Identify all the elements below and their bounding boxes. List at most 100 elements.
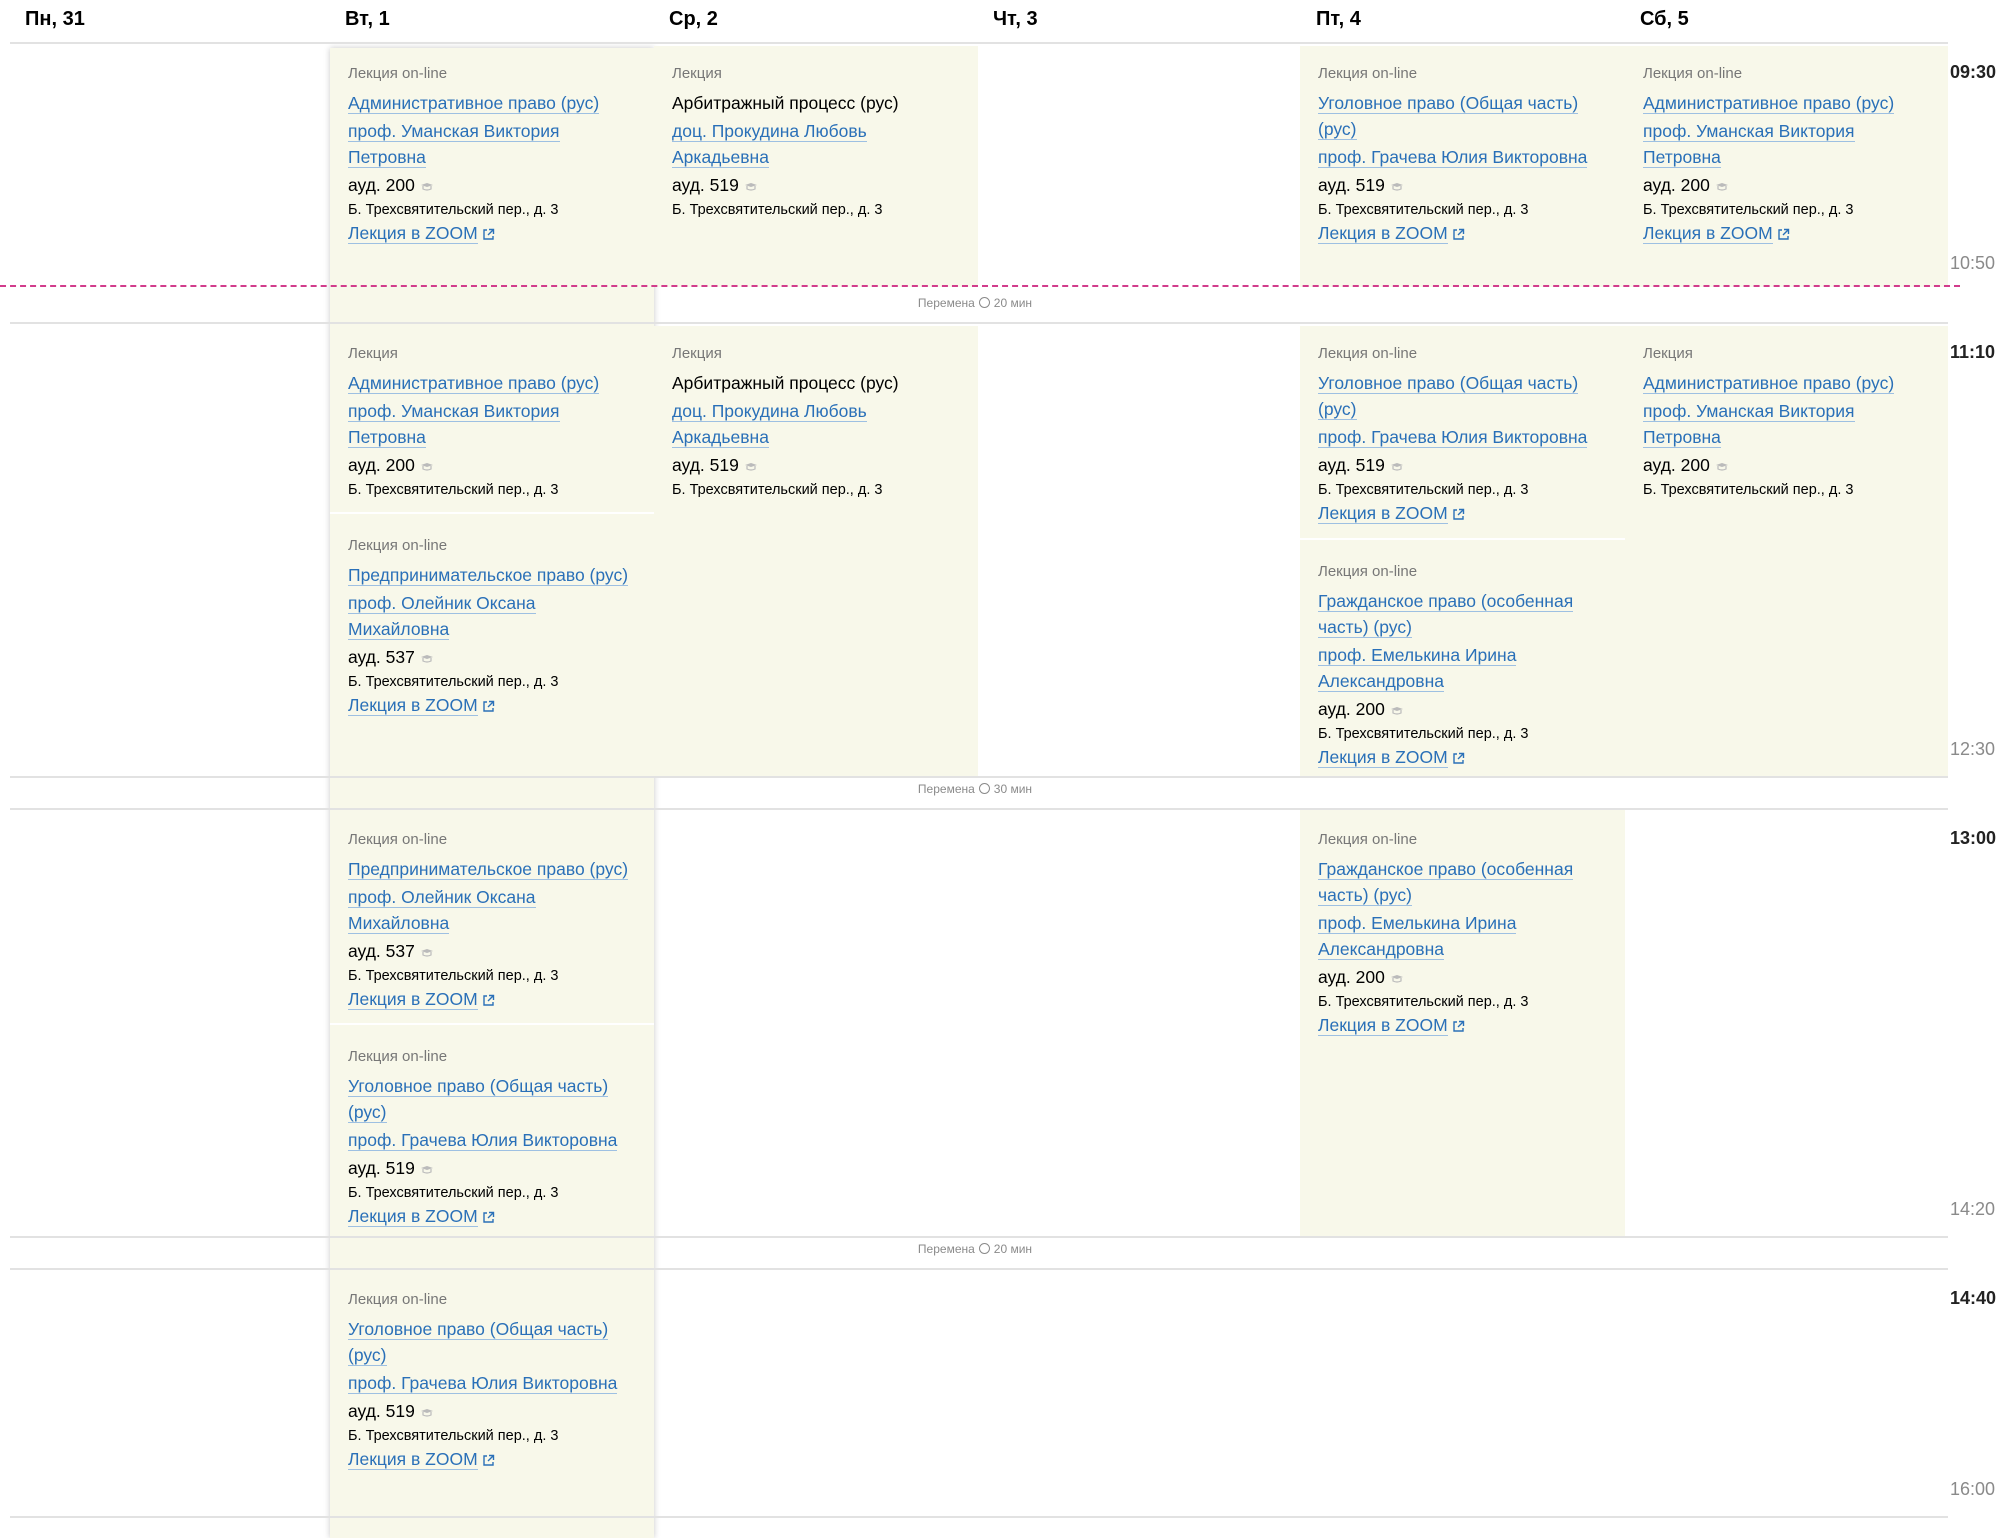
teacher-text[interactable]: доц. Прокудина Любовь Аркадьевна — [672, 121, 867, 168]
zoom-link-text[interactable]: Лекция в ZOOM — [348, 223, 478, 244]
subject-link[interactable]: Уголовное право (Общая часть) (рус) — [1318, 90, 1607, 142]
zoom-link-text[interactable]: Лекция в ZOOM — [1318, 503, 1448, 524]
break-duration: 30 мин — [993, 782, 1033, 796]
zoom-link[interactable]: Лекция в ZOOM — [1318, 746, 1465, 768]
lesson-card: Лекция Административное право (рус) проф. … — [1625, 322, 1948, 500]
subject-text[interactable]: Предпринимательское право (рус) — [348, 565, 629, 586]
subject-text[interactable]: Уголовное право (Общая часть) (рус) — [348, 1319, 609, 1366]
teacher-text[interactable]: проф. Грачева Юлия Викторовна — [1318, 147, 1588, 168]
subject-link[interactable]: Предпринимательское право (рус) — [348, 856, 636, 882]
zoom-link-text[interactable]: Лекция в ZOOM — [1318, 747, 1448, 768]
teacher-text[interactable]: проф. Олейник Оксана Михайловна — [348, 887, 536, 934]
teacher-link[interactable]: проф. Уманская Виктория Петровна — [348, 398, 636, 450]
teacher-link[interactable]: проф. Олейник Оксана Михайловна — [348, 884, 636, 936]
teacher-text[interactable]: проф. Емелькина Ирина Александровна — [1318, 645, 1517, 692]
room-number: ауд. 519 — [672, 175, 739, 195]
zoom-link-text[interactable]: Лекция в ZOOM — [1643, 223, 1773, 244]
subject-text[interactable]: Гражданское право (особенная часть) (рус… — [1318, 859, 1574, 906]
teacher-link[interactable]: проф. Грачева Юлия Викторовна — [348, 1127, 636, 1153]
lecture-hall-icon — [420, 1408, 433, 1417]
subject-link[interactable]: Уголовное право (Общая часть) (рус) — [348, 1073, 636, 1125]
subject-link[interactable]: Гражданское право (особенная часть) (рус… — [1318, 588, 1607, 640]
teacher-text[interactable]: проф. Уманская Виктория Петровна — [1643, 401, 1855, 448]
zoom-link[interactable]: Лекция в ZOOM — [1318, 222, 1465, 244]
zoom-link-text[interactable]: Лекция в ZOOM — [1318, 1015, 1448, 1036]
teacher-link[interactable]: проф. Емелькина Ирина Александровна — [1318, 910, 1607, 962]
day-header-wed: Ср, 2 — [669, 8, 718, 30]
teacher-link[interactable]: доц. Прокудина Любовь Аркадьевна — [672, 118, 960, 170]
subject-text[interactable]: Административное право (рус) — [1643, 93, 1895, 114]
zoom-link[interactable]: Лекция в ZOOM — [348, 694, 495, 716]
subject-text[interactable]: Уголовное право (Общая часть) (рус) — [1318, 93, 1579, 140]
lesson-card: Лекция on-line Предпринимательское право … — [330, 512, 654, 716]
clock-icon — [978, 297, 990, 308]
lecture-hall-icon — [1715, 182, 1728, 191]
day-header-sat: Сб, 5 — [1640, 8, 1689, 30]
subject-link[interactable]: Административное право (рус) — [348, 370, 636, 396]
teacher-text[interactable]: проф. Уманская Виктория Петровна — [348, 401, 560, 448]
lecture-hall-icon — [420, 948, 433, 957]
teacher-text[interactable]: проф. Грачева Юлия Викторовна — [1318, 427, 1588, 448]
teacher-text[interactable]: проф. Уманская Виктория Петровна — [348, 121, 560, 168]
teacher-link[interactable]: доц. Прокудина Любовь Аркадьевна — [672, 398, 960, 450]
address: Б. Трехсвятительский пер., д. 3 — [348, 1428, 559, 1444]
subject-text[interactable]: Предпринимательское право (рус) — [348, 859, 629, 880]
zoom-link[interactable]: Лекция в ZOOM — [1318, 502, 1465, 524]
subject-link[interactable]: Предпринимательское право (рус) — [348, 562, 636, 588]
teacher-text[interactable]: проф. Олейник Оксана Михайловна — [348, 593, 536, 640]
room: ауд. 200 — [1318, 964, 1607, 990]
subject-text[interactable]: Гражданское право (особенная часть) (рус… — [1318, 591, 1574, 638]
teacher-text[interactable]: проф. Емелькина Ирина Александровна — [1318, 913, 1517, 960]
slot-end-time: 14:20 — [1950, 1199, 1996, 1219]
zoom-link[interactable]: Лекция в ZOOM — [348, 222, 495, 244]
teacher-link[interactable]: проф. Грачева Юлия Викторовна — [348, 1370, 636, 1396]
zoom-link-text[interactable]: Лекция в ZOOM — [1318, 223, 1448, 244]
teacher-link[interactable]: проф. Уманская Виктория Петровна — [1643, 118, 1930, 170]
address: Б. Трехсвятительский пер., д. 3 — [348, 482, 559, 498]
subject-link[interactable]: Административное право (рус) — [348, 90, 636, 116]
subject-text[interactable]: Уголовное право (Общая часть) (рус) — [348, 1076, 609, 1123]
room: ауд. 519 — [348, 1398, 636, 1424]
zoom-link-text[interactable]: Лекция в ZOOM — [348, 1449, 478, 1470]
zoom-link-text[interactable]: Лекция в ZOOM — [348, 695, 478, 716]
teacher-link[interactable]: проф. Олейник Оксана Михайловна — [348, 590, 636, 642]
room-number: ауд. 200 — [1643, 455, 1710, 475]
subject-text[interactable]: Уголовное право (Общая часть) (рус) — [1318, 373, 1579, 420]
room: ауд. 200 — [1643, 172, 1930, 198]
subject-link[interactable]: Уголовное право (Общая часть) (рус) — [1318, 370, 1607, 422]
teacher-text[interactable]: доц. Прокудина Любовь Аркадьевна — [672, 401, 867, 448]
external-link-icon — [1452, 228, 1464, 240]
zoom-link[interactable]: Лекция в ZOOM — [348, 1448, 495, 1470]
subject-link[interactable]: Административное право (рус) — [1643, 370, 1930, 396]
zoom-link[interactable]: Лекция в ZOOM — [1643, 222, 1790, 244]
teacher-link[interactable]: проф. Емелькина Ирина Александровна — [1318, 642, 1607, 694]
zoom-link[interactable]: Лекция в ZOOM — [348, 988, 495, 1010]
zoom-link[interactable]: Лекция в ZOOM — [348, 1205, 495, 1227]
subject-link[interactable]: Гражданское право (особенная часть) (рус… — [1318, 856, 1607, 908]
subject-text[interactable]: Административное право (рус) — [348, 373, 600, 394]
subject-link[interactable]: Уголовное право (Общая часть) (рус) — [348, 1316, 636, 1368]
address: Б. Трехсвятительский пер., д. 3 — [348, 1185, 559, 1201]
teacher-link[interactable]: проф. Грачева Юлия Викторовна — [1318, 424, 1607, 450]
address: Б. Трехсвятительский пер., д. 3 — [1318, 726, 1529, 742]
slot-end-time: 16:00 — [1950, 1479, 1996, 1499]
zoom-link-text[interactable]: Лекция в ZOOM — [348, 989, 478, 1010]
lecture-hall-icon — [420, 182, 433, 191]
teacher-text[interactable]: проф. Уманская Виктория Петровна — [1643, 121, 1855, 168]
lesson-type: Лекция on-line — [348, 831, 448, 848]
teacher-link[interactable]: проф. Уманская Виктория Петровна — [1643, 398, 1930, 450]
room: ауд. 200 — [1318, 696, 1607, 722]
subject-text[interactable]: Административное право (рус) — [1643, 373, 1895, 394]
subject-link[interactable]: Административное право (рус) — [1643, 90, 1930, 116]
lesson-type: Лекция — [672, 345, 722, 362]
zoom-link-text[interactable]: Лекция в ZOOM — [348, 1206, 478, 1227]
teacher-link[interactable]: проф. Грачева Юлия Викторовна — [1318, 144, 1607, 170]
teacher-link[interactable]: проф. Уманская Виктория Петровна — [348, 118, 636, 170]
zoom-link[interactable]: Лекция в ZOOM — [1318, 1014, 1465, 1036]
slot-start-time: 09:30 — [1950, 62, 1997, 82]
teacher-text[interactable]: проф. Грачева Юлия Викторовна — [348, 1130, 618, 1151]
external-link-icon — [482, 994, 494, 1006]
teacher-text[interactable]: проф. Грачева Юлия Викторовна — [348, 1373, 618, 1394]
lecture-hall-icon — [1390, 182, 1403, 191]
subject-text[interactable]: Административное право (рус) — [348, 93, 600, 114]
